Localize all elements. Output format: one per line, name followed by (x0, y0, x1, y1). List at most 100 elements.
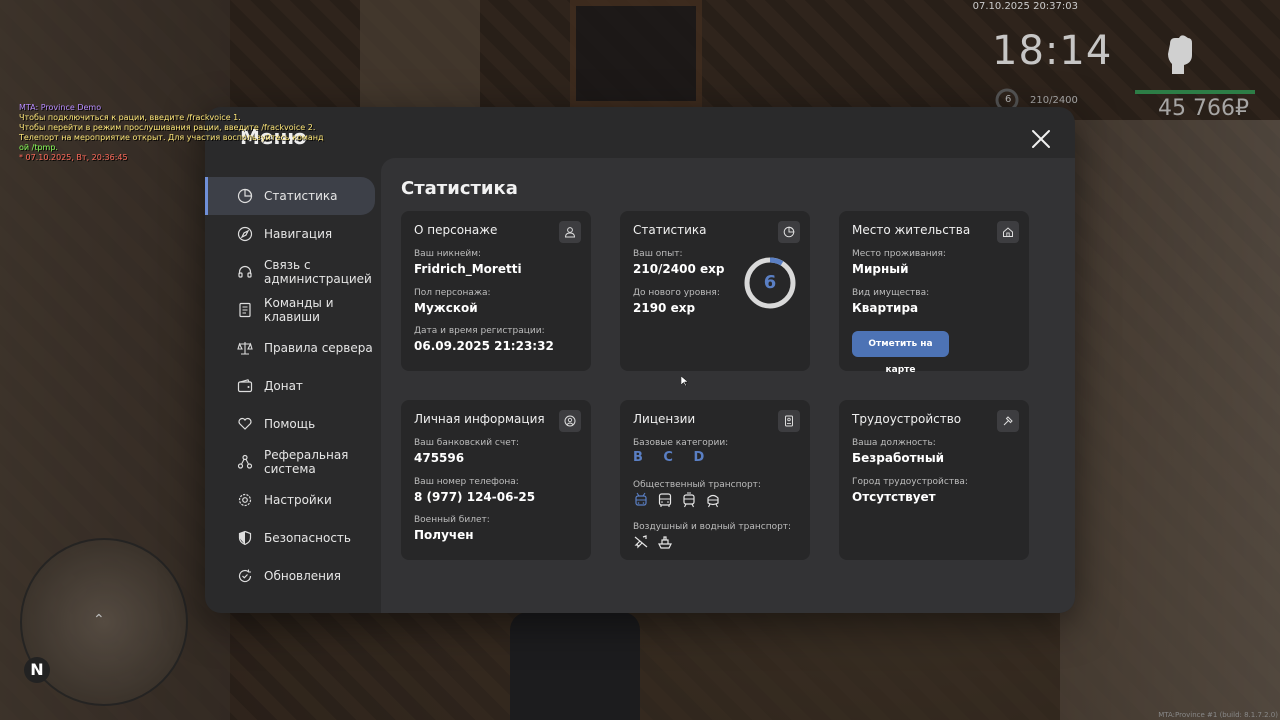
nickname-value: Fridrich_Moretti (414, 262, 522, 276)
user-circle-icon (564, 415, 576, 427)
hud-exp: 210/2400 (1030, 95, 1078, 106)
airplane-icon (634, 535, 648, 549)
card-icon-button (559, 221, 581, 243)
trolleybus-icon (635, 492, 647, 506)
sidebar-item-statistics[interactable]: Статистика (205, 177, 375, 215)
sidebar-item-rules[interactable]: Правила сервера (205, 329, 375, 367)
position-label: Ваша должность: (852, 438, 936, 448)
license-categories: B C D (633, 450, 713, 465)
hud-clock: 18:14 (992, 28, 1113, 74)
chat-line: MTA: Province Demo (19, 103, 102, 112)
hud-level: 6 (1005, 94, 1012, 105)
gender-value: Мужской (414, 301, 478, 315)
card-residence: Место жительства Место проживания: Мирны… (839, 211, 1029, 375)
hud-health-bar (1135, 90, 1255, 94)
base-categories-label: Базовые категории: (633, 438, 729, 448)
heart-hand-icon (238, 417, 252, 430)
chat-line: * 07.10.2025, Вт, 20:36:45 (19, 153, 128, 162)
boat-icon (658, 536, 672, 549)
card-icon-button (997, 221, 1019, 243)
residence-place-value: Мирный (852, 262, 909, 276)
sidebar-item-donate[interactable]: Донат (205, 367, 375, 405)
sidebar-item-label: Донат (264, 379, 303, 393)
sidebar-item-label: Обновления (264, 569, 342, 583)
phone-value: 8 (977) 124-06-25 (414, 490, 536, 504)
north-indicator: N (24, 657, 50, 683)
public-transport-icons (633, 492, 721, 508)
chat-line: Чтобы подключиться к рации, введите /fra… (19, 113, 241, 122)
hud-datetime: 07.10.2025 20:37:03 (972, 1, 1078, 12)
hammer-icon (1003, 416, 1013, 426)
refresh-check-icon (238, 569, 252, 583)
sidebar-item-settings[interactable]: Настройки (205, 481, 375, 519)
level-value: 6 (763, 272, 777, 293)
sidebar-item-security[interactable]: Безопасность (205, 519, 375, 557)
headset-icon (238, 265, 252, 278)
bus-icon (658, 493, 672, 507)
mouse-cursor-icon (681, 376, 689, 386)
next-level-label: До нового уровня: (633, 288, 720, 298)
sidebar-item-updates[interactable]: Обновления (205, 557, 375, 595)
chat-line: Чтобы перейти в режим прослушивания раци… (19, 123, 316, 132)
property-type-label: Вид имущества: (852, 288, 930, 298)
sidebar-item-help[interactable]: Помощь (205, 405, 375, 443)
tram-icon (683, 492, 695, 508)
close-icon[interactable] (1029, 127, 1053, 151)
position-value: Безработный (852, 451, 945, 465)
card-icon-button (559, 410, 581, 432)
card-character: О персонаже Ваш никнейм: Fridrich_Morett… (401, 211, 591, 371)
card-licenses: Лицензии Базовые категории: B C D Общест… (620, 400, 810, 560)
card-statistics: Статистика Ваш опыт: 210/2400 exp До нов… (620, 211, 810, 371)
sidebar-item-contact-admin[interactable]: Связь с администрацией (205, 253, 375, 291)
bank-account-label: Ваш банковский счет: (414, 438, 520, 448)
wallet-icon (237, 379, 253, 393)
residence-place-label: Место проживания: (852, 249, 946, 259)
air-water-transport-icons (633, 534, 673, 550)
registration-label: Дата и время регистрации: (414, 326, 545, 336)
phone-label: Ваш номер телефона: (414, 477, 519, 487)
chat-line: Телепорт на мероприятие открыт. Для учас… (19, 133, 324, 142)
page-title: Статистика (401, 178, 518, 199)
card-title: Статистика (633, 223, 707, 237)
job-city-label: Город трудоустройства: (852, 477, 968, 487)
exp-value: 210/2400 exp (633, 262, 725, 276)
card-title: Место жительства (852, 223, 971, 237)
job-city-value: Отсутствует (852, 490, 936, 504)
exp-label: Ваш опыт: (633, 249, 683, 259)
menu-window: Меню Статистика Навигация Связь с админи… (205, 107, 1075, 613)
military-id-label: Военный билет: (414, 515, 490, 525)
network-icon (237, 454, 253, 469)
content-panel: Статистика О персонаже Ваш никнейм: Frid… (381, 158, 1075, 613)
pie-chart-icon (237, 188, 253, 204)
bank-account-value: 475596 (414, 451, 465, 465)
nickname-label: Ваш никнейм: (414, 249, 482, 259)
sidebar-item-label: Безопасность (264, 531, 351, 545)
sidebar-item-label: Команды и клавиши (264, 296, 334, 324)
scales-icon (237, 342, 253, 355)
hud-money: 45 766₽ (1158, 96, 1249, 121)
card-icon-button (778, 410, 800, 432)
card-title: О персонаже (414, 223, 498, 237)
gender-label: Пол персонажа: (414, 288, 491, 298)
fist-icon (1168, 35, 1192, 74)
sidebar-item-navigation[interactable]: Навигация (205, 215, 375, 253)
public-transport-label: Общественный транспорт: (633, 480, 761, 490)
compass-icon (237, 226, 253, 242)
next-level-value: 2190 exp (633, 301, 696, 315)
sidebar-item-referral[interactable]: Реферальная система (205, 443, 375, 481)
property-type-value: Квартира (852, 301, 919, 315)
chat-line: ой /tpmp. (19, 143, 58, 152)
card-personal-info: Личная информация Ваш банковский счет: 4… (401, 400, 591, 560)
card-title: Лицензии (633, 412, 696, 426)
chat-log: MTA: Province Demo Чтобы подключиться к … (19, 103, 324, 163)
sidebar-item-label: Связь с администрацией (264, 258, 372, 286)
card-title: Трудоустройство (852, 412, 962, 426)
mark-on-map-button[interactable]: Отметить на карте (852, 331, 949, 375)
document-icon (239, 302, 251, 318)
card-title: Личная информация (414, 412, 545, 426)
sidebar-item-label: Реферальная система (264, 448, 349, 476)
metro-icon (707, 494, 719, 508)
military-id-value: Получен (414, 528, 474, 542)
sidebar-item-label: Правила сервера (264, 341, 373, 355)
sidebar-item-commands[interactable]: Команды и клавиши (205, 291, 375, 329)
